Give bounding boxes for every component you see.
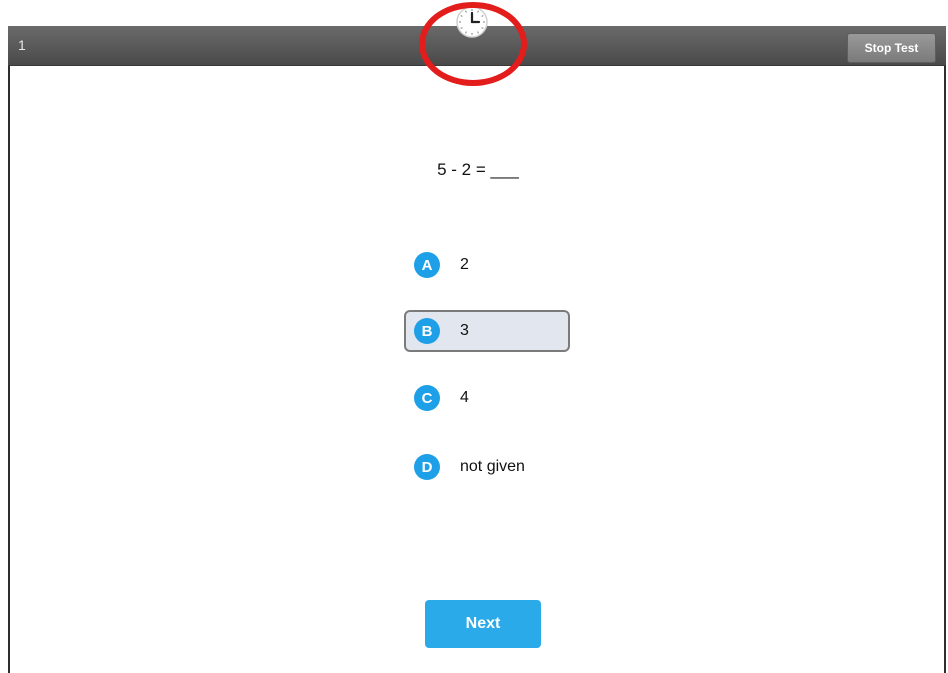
option-d-letter-badge: D: [414, 454, 440, 480]
option-b-letter-badge: B: [414, 318, 440, 344]
question-text: 5 - 2 = ___: [0, 160, 948, 180]
option-c[interactable]: C 4: [404, 377, 570, 419]
option-c-letter-badge: C: [414, 385, 440, 411]
clock-icon: [456, 6, 488, 38]
option-b[interactable]: B 3: [404, 310, 570, 352]
option-a-text: 2: [460, 256, 469, 273]
option-a-letter-badge: A: [414, 252, 440, 278]
timer-button[interactable]: [455, 5, 489, 39]
option-a[interactable]: A 2: [404, 244, 570, 286]
question-number: 1: [18, 37, 26, 53]
next-button[interactable]: Next: [425, 600, 541, 648]
question-prompt: 5 - 2 = ___: [437, 160, 519, 179]
option-d[interactable]: D not given: [404, 446, 570, 488]
stop-test-button[interactable]: Stop Test: [847, 33, 936, 63]
option-d-text: not given: [460, 458, 525, 475]
option-c-text: 4: [460, 389, 469, 406]
option-b-text: 3: [460, 322, 469, 339]
